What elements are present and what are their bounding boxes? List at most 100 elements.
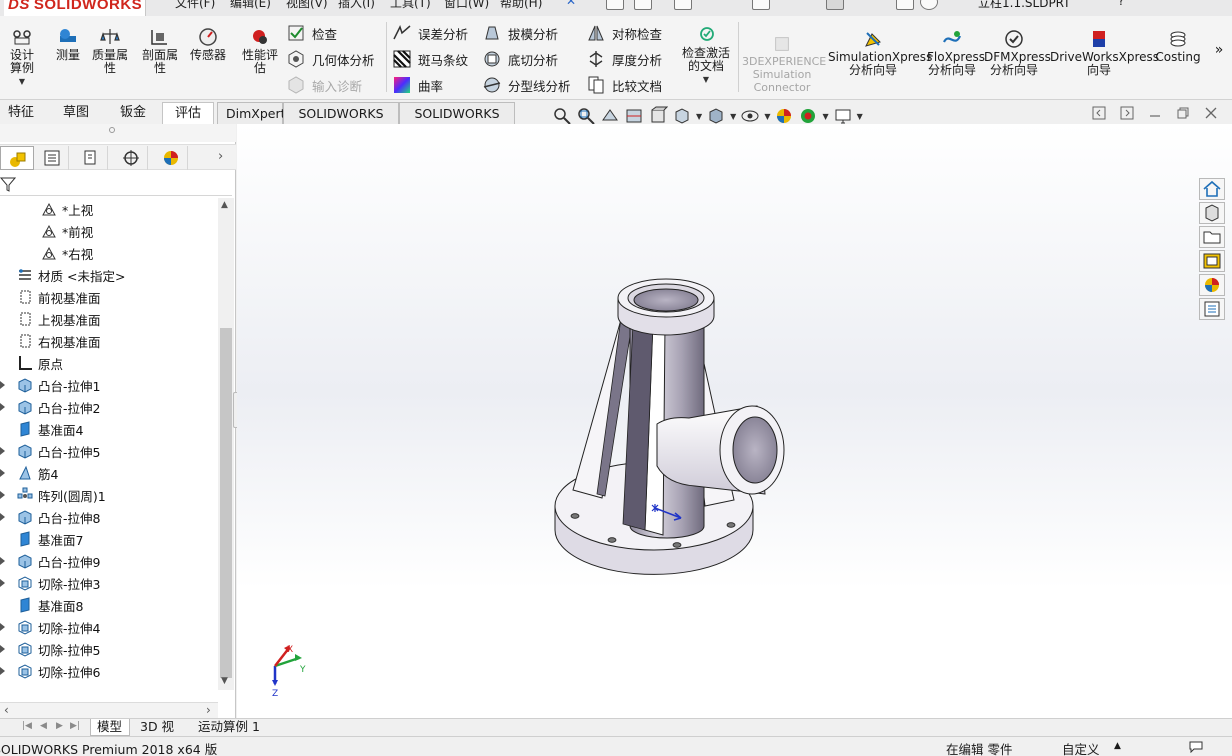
expand-arrow-icon[interactable] — [0, 462, 6, 484]
costing-button[interactable]: Costing — [1152, 28, 1204, 64]
tab-scroll-last-icon[interactable]: ▶| — [70, 721, 80, 731]
expand-arrow-icon[interactable] — [0, 484, 6, 506]
view-settings-monitor-icon[interactable] — [833, 106, 853, 126]
menu-help[interactable]: 帮助(H) — [500, 0, 542, 11]
zoom-to-fit-icon[interactable] — [552, 106, 572, 126]
restore-icon[interactable] — [1176, 106, 1190, 120]
reference-triad[interactable]: Z Y X — [272, 645, 306, 699]
menu-file[interactable]: 文件(F) — [175, 0, 215, 11]
edit-appearance-icon[interactable] — [774, 106, 794, 126]
dfmxpress-button[interactable]: DFMXpress 分析向导 — [984, 28, 1051, 77]
options-gear-icon[interactable] — [920, 0, 938, 10]
quick-tips-icon[interactable] — [1188, 739, 1204, 756]
previous-view-icon[interactable] — [600, 106, 620, 126]
tree-item[interactable]: 筋4 — [16, 462, 58, 484]
part-model[interactable]: Z Y X — [237, 124, 1232, 720]
tab-solidworks-mbd[interactable]: SOLIDWORKS MBD — [399, 102, 515, 142]
chevron-right-icon[interactable]: › — [218, 149, 223, 164]
mass-properties-button[interactable]: 质量属性 — [88, 26, 132, 75]
view-orientation-icon[interactable] — [672, 106, 692, 126]
tree-item[interactable]: 阵列(圆周)1 — [16, 484, 106, 506]
tree-item[interactable]: 凸台-拉伸2 — [16, 396, 100, 418]
home-icon[interactable] — [606, 0, 624, 10]
graphics-area[interactable]: Z Y X — [237, 124, 1232, 720]
expand-arrow-icon[interactable] — [0, 550, 6, 572]
tree-item[interactable]: 切除-拉伸3 — [16, 572, 100, 594]
symmetry-check-button[interactable]: 对称检查 — [586, 22, 662, 44]
deviation-analysis-button[interactable]: 误差分析 — [392, 22, 468, 44]
check-active-document-button[interactable]: 检查激活的文档 ▼ — [678, 24, 734, 86]
simulationxpress-button[interactable]: SimulationXpress 分析向导 — [828, 28, 932, 77]
scroll-right-icon[interactable]: › — [206, 703, 211, 717]
driveworksxpress-button[interactable]: DriveWorksXpress 向导 — [1050, 28, 1159, 77]
tree-item[interactable]: 基准面8 — [16, 594, 83, 616]
tab-sketch[interactable]: 草图 — [50, 102, 102, 124]
tree-item[interactable]: 原点 — [16, 352, 63, 374]
design-library-icon[interactable] — [1199, 202, 1225, 224]
section-view-icon[interactable] — [624, 106, 644, 126]
scrollbar-thumb[interactable] — [220, 328, 232, 678]
zoom-to-area-icon[interactable] — [576, 106, 596, 126]
display-style-icon[interactable] — [706, 106, 726, 126]
filter-funnel-icon[interactable] — [0, 176, 16, 192]
tree-item[interactable]: 凸台-拉伸9 — [16, 550, 100, 572]
measure-button[interactable]: 测量 — [50, 26, 86, 62]
appearances-icon[interactable] — [1199, 274, 1225, 296]
tree-vertical-scrollbar[interactable]: ▲ ▼ — [218, 198, 234, 690]
menu-insert[interactable]: 插入(I) — [338, 0, 375, 11]
home-icon[interactable] — [1199, 178, 1225, 200]
tab-motion-study[interactable]: 运动算例 1 — [192, 719, 270, 736]
tab-features[interactable]: 特征 — [0, 102, 42, 124]
dropdown-arrow-icon[interactable]: ▼ — [2, 75, 42, 88]
close-icon[interactable] — [1204, 106, 1218, 120]
tree-item[interactable]: 右视基准面 — [16, 330, 101, 352]
floxpress-button[interactable]: FloXpress 分析向导 — [924, 28, 985, 77]
tab-scroll-prev-icon[interactable]: ◀ — [40, 721, 47, 731]
sensor-button[interactable]: 传感器 — [186, 26, 230, 62]
unit-system[interactable]: 自定义 — [1062, 739, 1100, 756]
expand-arrow-icon[interactable] — [0, 572, 6, 594]
curvature-button[interactable]: 曲率 — [392, 74, 443, 96]
tree-filter[interactable] — [0, 172, 232, 196]
open-icon[interactable] — [674, 0, 692, 10]
import-diagnostics-button[interactable]: 输入诊断 — [286, 74, 362, 96]
check-button[interactable]: 检查 — [286, 22, 337, 44]
tab-evaluate[interactable]: 评估 — [162, 102, 214, 124]
simulation-connector-button[interactable]: 3DEXPERIENCE Simulation Connector — [742, 34, 826, 94]
chevron-down-icon[interactable]: ▼ — [822, 112, 828, 121]
expand-arrow-icon[interactable] — [0, 638, 6, 660]
menu-edit[interactable]: 编辑(E) — [230, 0, 271, 11]
expand-arrow-icon[interactable] — [0, 440, 6, 462]
file-properties-icon[interactable] — [896, 0, 914, 10]
tab-display-manager[interactable] — [154, 146, 188, 170]
panel-grip[interactable] — [0, 124, 236, 142]
tree-item[interactable]: 切除-拉伸4 — [16, 616, 100, 638]
tab-scroll-next-icon[interactable]: ▶ — [56, 721, 63, 731]
tree-item[interactable]: 前视基准面 — [16, 286, 101, 308]
thickness-analysis-button[interactable]: 厚度分析 — [586, 48, 662, 70]
draft-analysis-button[interactable]: 拔模分析 — [482, 22, 558, 44]
parting-line-analysis-button[interactable]: 分型线分析 — [482, 74, 571, 96]
expand-arrow-icon[interactable] — [0, 616, 6, 638]
chevron-down-icon[interactable]: ▼ — [696, 112, 702, 121]
minimize-icon[interactable] — [1148, 106, 1162, 120]
tree-item[interactable]: 凸台-拉伸5 — [16, 440, 100, 462]
dropdown-arrow-icon[interactable]: ▼ — [678, 73, 734, 86]
chevron-up-icon[interactable]: ▲ — [1114, 741, 1121, 751]
ribbon-overflow-button[interactable]: » — [1212, 43, 1226, 57]
chevron-down-icon[interactable]: ▼ — [764, 112, 770, 121]
apply-scene-icon[interactable] — [798, 106, 818, 126]
tab-model[interactable]: 模型 — [90, 719, 130, 736]
compare-documents-button[interactable]: 比较文档 — [586, 74, 662, 96]
scroll-left-icon[interactable]: ‹ — [4, 703, 9, 717]
collapse-right-icon[interactable] — [1120, 106, 1134, 120]
solidworks-logo[interactable]: DS SOLIDWORKS — [4, 0, 146, 16]
expand-arrow-icon[interactable] — [0, 374, 6, 396]
scroll-down-icon[interactable]: ▼ — [221, 676, 231, 686]
dynamic-annotation-icon[interactable] — [648, 106, 668, 126]
scroll-up-icon[interactable]: ▲ — [221, 200, 231, 210]
geometry-analysis-button[interactable]: 几何体分析 — [286, 48, 375, 70]
tab-scroll-first-icon[interactable]: |◀ — [22, 721, 32, 731]
expand-arrow-icon[interactable] — [0, 506, 6, 528]
tab-property-manager[interactable] — [35, 146, 69, 170]
